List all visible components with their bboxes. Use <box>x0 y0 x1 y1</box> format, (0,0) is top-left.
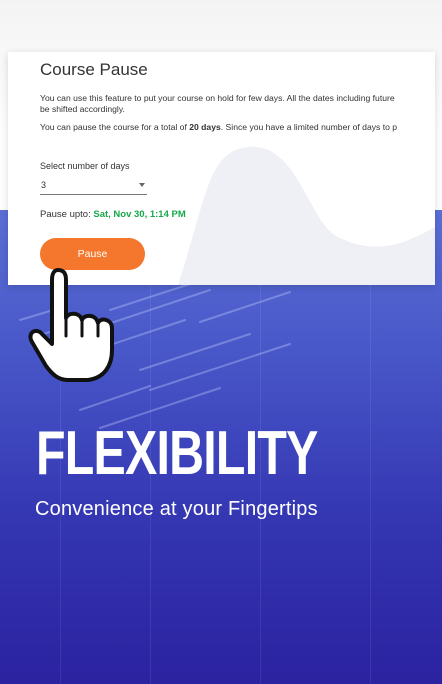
caret-down-icon <box>139 183 145 187</box>
limit-prefix: You can pause the course for a total of <box>40 122 190 132</box>
pause-upto-label: Pause upto: <box>40 209 94 220</box>
headline: FLEXIBILITY <box>36 419 318 488</box>
pause-upto-date: Sat, Nov 30, 1:14 PM <box>93 209 186 220</box>
description-line: be shifted accordingly. <box>40 104 125 114</box>
pause-upto: Pause upto: Sat, Nov 30, 1:14 PM <box>40 209 435 220</box>
limit-note: You can pause the course for a total of … <box>40 122 435 133</box>
select-days-label: Select number of days <box>40 161 130 171</box>
days-select-value: 3 <box>41 180 47 190</box>
limit-days: 20 days <box>189 122 221 132</box>
limit-suffix: . Since you have a limited number of day… <box>220 122 398 132</box>
days-select[interactable]: 3 <box>40 180 147 195</box>
pointing-hand-icon <box>28 268 114 382</box>
card-title: Course Pause <box>40 60 148 79</box>
tagline: Convenience at your Fingertips <box>35 498 318 520</box>
course-pause-card: Course Pause You can use this feature to… <box>8 52 435 285</box>
description-line: You can use this feature to put your cou… <box>40 93 395 103</box>
description: You can use this feature to put your cou… <box>40 93 435 115</box>
